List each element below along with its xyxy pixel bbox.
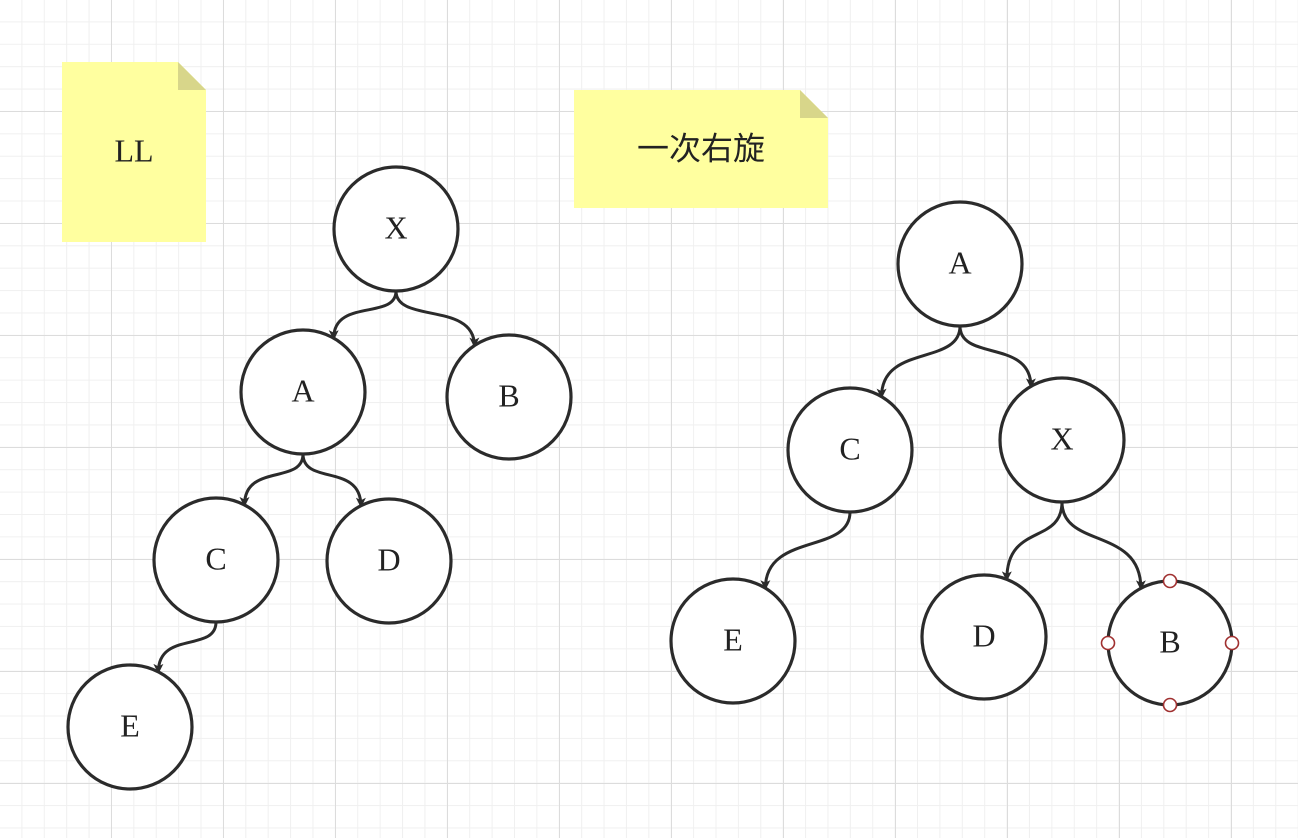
node-label: B bbox=[1159, 623, 1180, 659]
note-fold bbox=[178, 62, 206, 90]
node-after-B[interactable]: B bbox=[1100, 573, 1240, 713]
edge-before-A-D[interactable] bbox=[301, 453, 366, 508]
node-after-C[interactable]: C bbox=[786, 386, 914, 514]
resize-handle-right[interactable] bbox=[1224, 635, 1240, 651]
node-label: E bbox=[120, 707, 140, 743]
node-label: D bbox=[377, 541, 400, 577]
note-fold bbox=[800, 90, 828, 118]
node-label: B bbox=[498, 377, 519, 413]
node-before-C[interactable]: C bbox=[152, 496, 280, 624]
note-label: 一次右旋 bbox=[637, 130, 765, 166]
note-label: LL bbox=[114, 132, 153, 168]
resize-handle-top[interactable] bbox=[1162, 573, 1178, 589]
edge-before-A-C[interactable] bbox=[239, 453, 305, 507]
node-label: A bbox=[948, 244, 971, 280]
node-after-X[interactable]: X bbox=[998, 376, 1126, 504]
node-after-D[interactable]: D bbox=[920, 573, 1048, 701]
edge-after-A-X[interactable] bbox=[958, 325, 1036, 389]
node-before-A[interactable]: A bbox=[239, 328, 367, 456]
edge-before-X-B[interactable] bbox=[394, 290, 480, 348]
edge-after-A-C[interactable] bbox=[876, 325, 962, 399]
note-before[interactable]: LL bbox=[62, 62, 206, 242]
edge-before-X-A[interactable] bbox=[328, 290, 398, 341]
node-before-X[interactable]: X bbox=[332, 165, 460, 293]
node-before-B[interactable]: B bbox=[445, 333, 573, 461]
node-label: C bbox=[205, 540, 226, 576]
node-label: A bbox=[291, 372, 314, 408]
note-after[interactable]: 一次右旋 bbox=[574, 90, 828, 208]
diagram-canvas[interactable]: LL 一次右旋 X A B C D E A C X E D B bbox=[0, 0, 1298, 838]
node-before-E[interactable]: E bbox=[66, 663, 194, 791]
edge-after-C-E[interactable] bbox=[760, 511, 852, 591]
node-label: C bbox=[839, 430, 860, 466]
resize-handle-left[interactable] bbox=[1100, 635, 1116, 651]
resize-handle-bottom[interactable] bbox=[1162, 697, 1178, 713]
node-label: X bbox=[1050, 420, 1073, 456]
node-after-A[interactable]: A bbox=[896, 200, 1024, 328]
node-label: D bbox=[972, 617, 995, 653]
edge-after-X-D[interactable] bbox=[1001, 501, 1064, 582]
node-label: X bbox=[384, 209, 407, 245]
edge-before-C-E[interactable] bbox=[153, 621, 218, 674]
edge-after-X-B[interactable] bbox=[1060, 501, 1146, 591]
node-after-E[interactable]: E bbox=[669, 577, 797, 705]
node-label: E bbox=[723, 621, 743, 657]
node-before-D[interactable]: D bbox=[325, 497, 453, 625]
